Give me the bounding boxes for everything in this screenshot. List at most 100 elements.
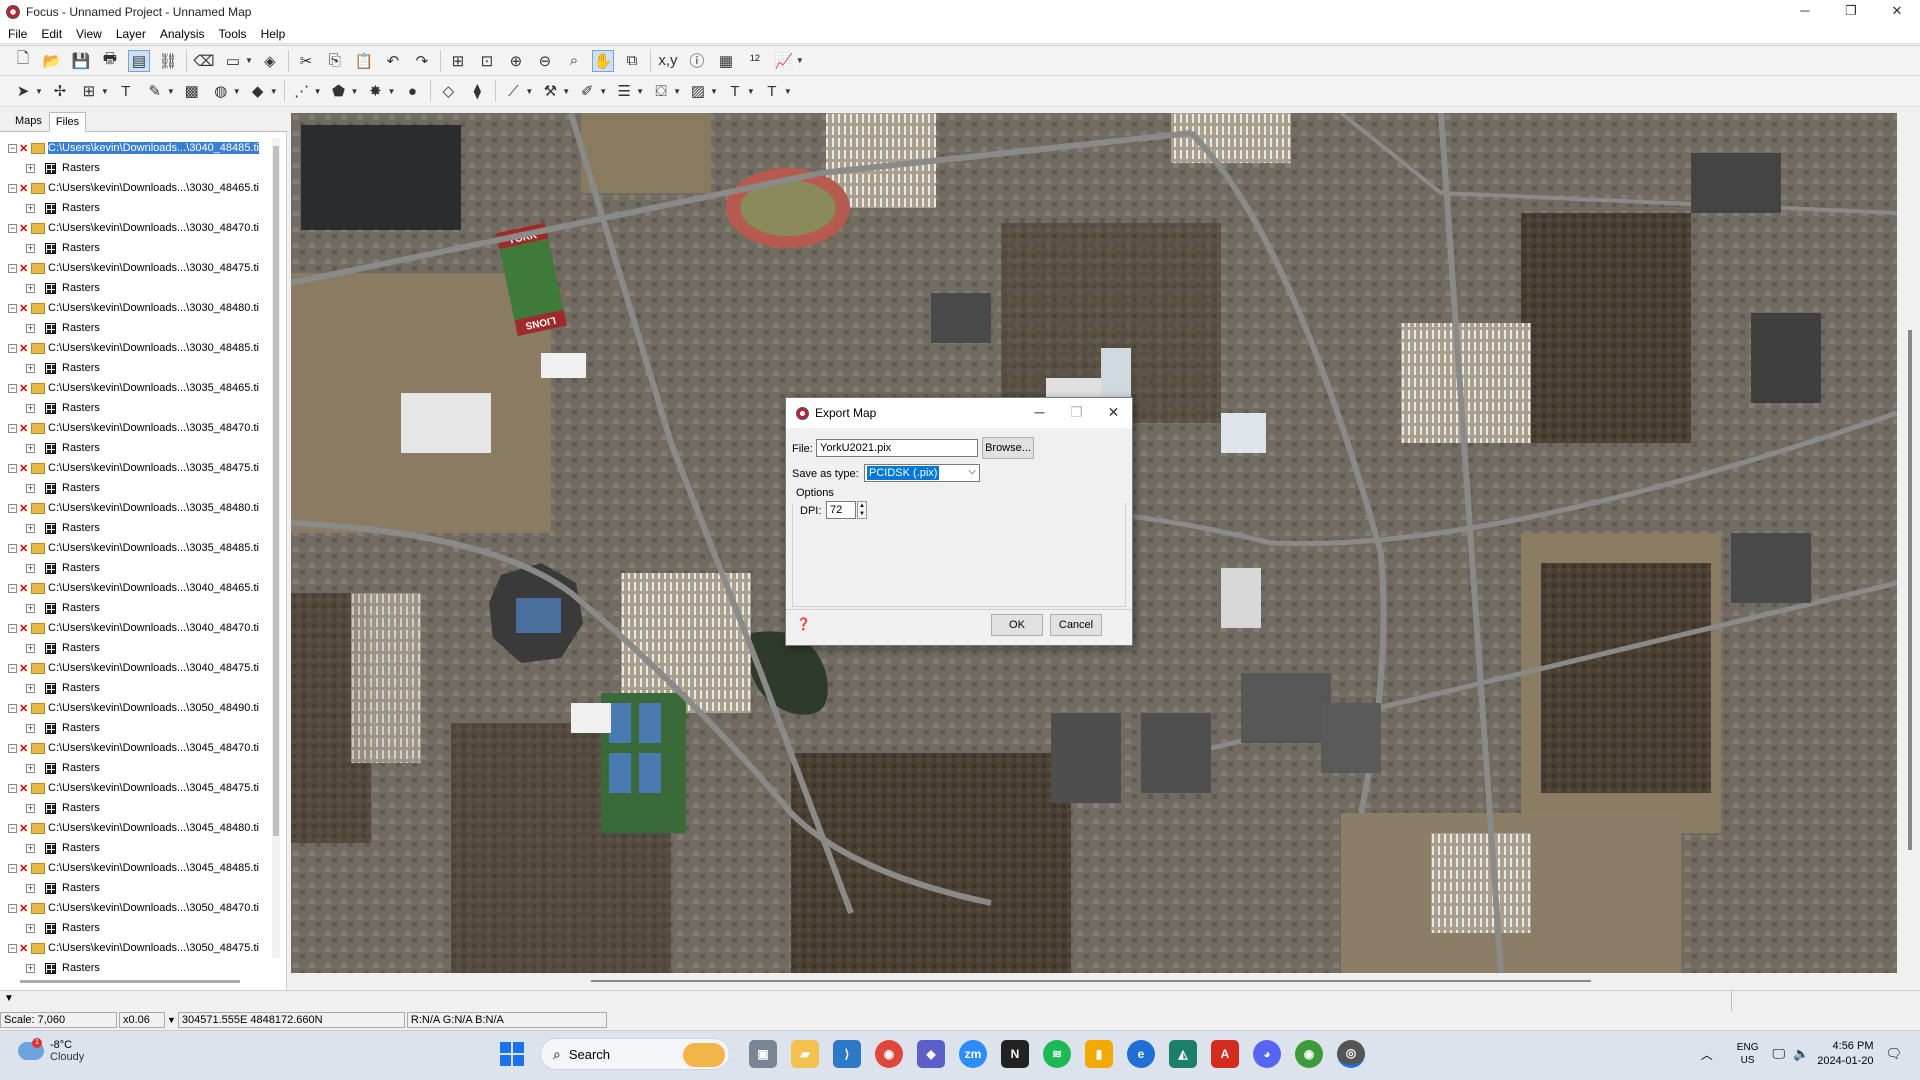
expand-icon[interactable]: + [26, 363, 35, 373]
layer-green-icon[interactable]: ◇ [437, 80, 459, 102]
task-view-icon[interactable]: ▣ [749, 1040, 777, 1068]
pen-color-dropdown-icon[interactable]: ▼ [599, 87, 607, 96]
edge-icon[interactable]: e [1127, 1040, 1155, 1068]
tools-dropdown-icon[interactable]: ▼ [562, 87, 570, 96]
menu-file[interactable]: File [8, 27, 27, 41]
font-color-icon[interactable]: T [724, 80, 746, 102]
file-tree-child-item[interactable]: + Rasters [0, 518, 270, 538]
menu-analysis[interactable]: Analysis [160, 27, 205, 41]
start-button[interactable] [500, 1042, 524, 1066]
file-tree-child-item[interactable]: + Rasters [0, 358, 270, 378]
collapse-icon[interactable]: − [8, 663, 17, 673]
remove-file-icon[interactable]: ✕ [19, 182, 29, 195]
line-pattern-icon[interactable]: ☰ [613, 80, 635, 102]
panel-vertical-scrollbar[interactable] [272, 138, 280, 958]
chrome-profile-icon[interactable]: ◉ [1295, 1040, 1323, 1068]
file-tree-child-item[interactable]: + Rasters [0, 558, 270, 578]
expand-icon[interactable]: + [26, 603, 35, 613]
save-icon[interactable]: 💾 [70, 50, 92, 72]
remove-file-icon[interactable]: ✕ [19, 862, 29, 875]
file-tree-child-item[interactable]: + Rasters [0, 798, 270, 818]
file-tree-item[interactable]: − ✕ C:\Users\kevin\Downloads...\3035_48475… [0, 458, 270, 478]
dpi-spinner-icon[interactable]: ▲ ▼ [857, 501, 867, 519]
file-tree-item[interactable]: − ✕ C:\Users\kevin\Downloads...\3045_48480… [0, 818, 270, 838]
acrobat-icon[interactable]: A [1211, 1040, 1239, 1068]
file-tree-child-item[interactable]: + Rasters [0, 958, 270, 978]
shape-icon[interactable]: ◆ [247, 80, 269, 102]
dialog-minimize-button[interactable]: ─ [1021, 398, 1058, 428]
coordinate-xy-icon[interactable]: x,y [657, 50, 679, 72]
dpi-field[interactable]: 72 [826, 501, 856, 519]
file-tree-child-item[interactable]: + Rasters [0, 398, 270, 418]
map-vertical-scrollbar[interactable] [1903, 110, 1917, 976]
file-tree-item[interactable]: − ✕ C:\Users\kevin\Downloads...\3035_48480… [0, 498, 270, 518]
menu-view[interactable]: View [76, 27, 102, 41]
file-tree-child-item[interactable]: + Rasters [0, 278, 270, 298]
remove-file-icon[interactable]: ✕ [19, 582, 29, 595]
status-dropdown-icon[interactable]: ▼ [4, 993, 14, 1004]
gis-app-icon[interactable]: ◭ [1169, 1040, 1197, 1068]
map-horizontal-scrollbar[interactable] [291, 976, 1903, 986]
file-tree-child-item[interactable]: + Rasters [0, 878, 270, 898]
collapse-icon[interactable]: − [8, 903, 17, 913]
expand-icon[interactable]: + [26, 323, 35, 333]
remove-file-icon[interactable]: ✕ [19, 622, 29, 635]
collapse-icon[interactable]: − [8, 583, 17, 593]
polygon-dropdown-icon[interactable]: ▼ [351, 87, 359, 96]
expand-icon[interactable]: + [26, 963, 35, 973]
file-tree-item[interactable]: − ✕ C:\Users\kevin\Downloads...\3050_48470… [0, 898, 270, 918]
clock[interactable]: 4:56 PM 2024-01-20 [1817, 1039, 1873, 1069]
file-tree-item[interactable]: − ✕ C:\Users\kevin\Downloads...\3050_48490… [0, 698, 270, 718]
file-tree-item[interactable]: − ✕ C:\Users\kevin\Downloads...\3035_48485… [0, 538, 270, 558]
new-icon[interactable]: 🗋 [12, 50, 34, 72]
discord-icon[interactable]: ◕ [1253, 1040, 1281, 1068]
brush-dropdown-icon[interactable]: ▼ [167, 87, 175, 96]
collapse-icon[interactable]: − [8, 303, 17, 313]
vertex-icon[interactable]: ⋰ [291, 80, 313, 102]
pan-hand-icon[interactable]: ✋ [591, 49, 614, 72]
remove-file-icon[interactable]: ✕ [19, 902, 29, 915]
coordinate-dropdown-icon[interactable]: ▼ [167, 1015, 176, 1025]
remove-file-icon[interactable]: ✕ [19, 342, 29, 355]
collapse-icon[interactable]: − [8, 943, 17, 953]
collapse-icon[interactable]: − [8, 143, 17, 153]
file-tree-child-item[interactable]: + Rasters [0, 918, 270, 938]
tab-maps[interactable]: Maps [8, 111, 49, 131]
browse-button[interactable]: Browse... [982, 437, 1034, 459]
chevron-down-icon[interactable]: ⌵ [968, 466, 976, 477]
remove-file-icon[interactable]: ✕ [19, 222, 29, 235]
zoom-icon[interactable]: zm [959, 1040, 987, 1068]
remove-file-icon[interactable]: ✕ [19, 822, 29, 835]
expand-icon[interactable]: + [26, 483, 35, 493]
undo-icon[interactable]: ↶ [382, 50, 404, 72]
file-tree-item[interactable]: − ✕ C:\Users\kevin\Downloads...\3045_48485… [0, 858, 270, 878]
language-indicator[interactable]: ENG US [1737, 1041, 1759, 1067]
remove-file-icon[interactable]: ✕ [19, 782, 29, 795]
weather-widget[interactable]: 1 -8°C Cloudy [18, 1038, 84, 1063]
help-icon[interactable]: ❓ [796, 617, 818, 635]
fill-dropdown-icon[interactable]: ▼ [233, 87, 241, 96]
expand-icon[interactable]: + [26, 283, 35, 293]
file-tree-child-item[interactable]: + Rasters [0, 678, 270, 698]
menu-help[interactable]: Help [261, 27, 286, 41]
zoom-box-icon[interactable]: ⊡ [476, 50, 498, 72]
file-tree-child-item[interactable]: + Rasters [0, 638, 270, 658]
file-tree-child-item[interactable]: + Rasters [0, 758, 270, 778]
minimize-button[interactable]: ─ [1782, 0, 1828, 24]
copy-icon[interactable]: ⎘ [324, 50, 346, 72]
collapse-icon[interactable]: − [8, 183, 17, 193]
font-style-dropdown-icon[interactable]: ▼ [784, 87, 792, 96]
collapse-icon[interactable]: − [8, 783, 17, 793]
copilot-icon[interactable]: ◆ [917, 1040, 945, 1068]
collapse-icon[interactable]: − [8, 743, 17, 753]
tab-files[interactable]: Files [48, 112, 87, 132]
fill-icon[interactable]: ◍ [210, 80, 232, 102]
font-style-icon[interactable]: T [761, 80, 783, 102]
line-style-dropdown-icon[interactable]: ▼ [525, 87, 533, 96]
line-pattern-dropdown-icon[interactable]: ▼ [636, 87, 644, 96]
collapse-icon[interactable]: − [8, 823, 17, 833]
table-icon[interactable]: ▦ [715, 50, 737, 72]
color-icon[interactable]: ● [401, 80, 423, 102]
layer-stack-icon[interactable]: ⧫ [466, 80, 488, 102]
cut-icon[interactable]: ✂ [295, 50, 317, 72]
